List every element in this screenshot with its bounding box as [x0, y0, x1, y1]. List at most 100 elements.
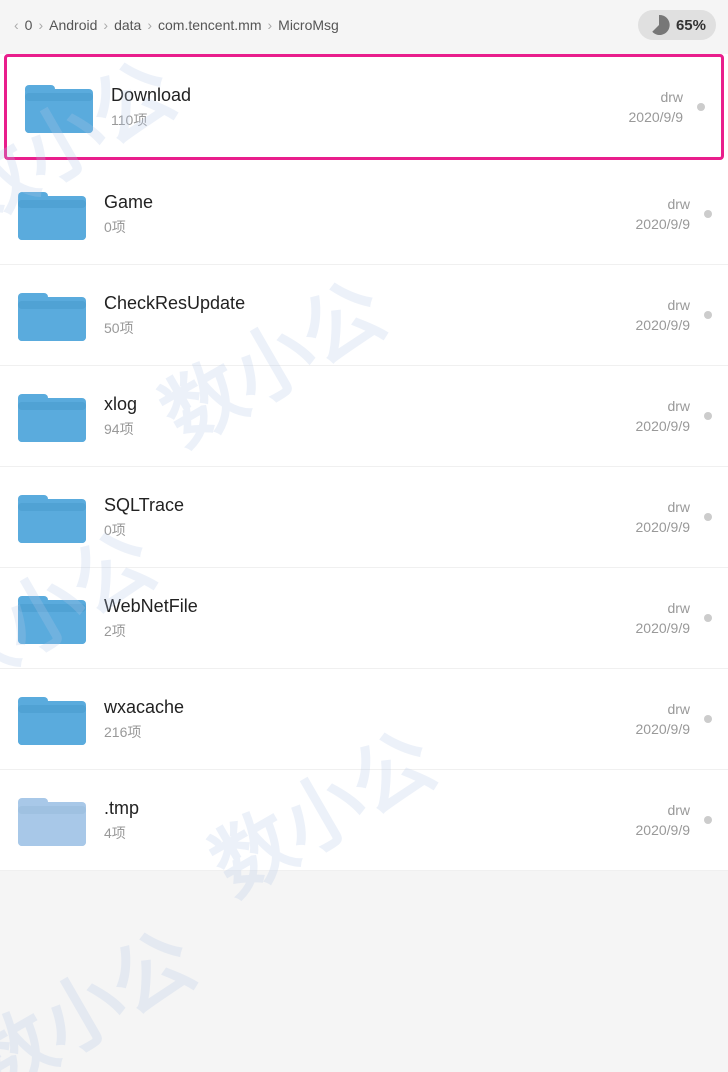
folder-date-7: 2020/9/9 — [636, 822, 691, 838]
breadcrumb-item-2[interactable]: data — [114, 17, 141, 33]
folder-icon-6 — [16, 683, 88, 755]
folder-right-7: drw 2020/9/9 — [570, 802, 712, 838]
folder-date-5: 2020/9/9 — [636, 620, 691, 636]
folder-item-7[interactable]: .tmp 4项 drw 2020/9/9 — [0, 770, 728, 871]
folder-svg-6 — [18, 691, 86, 747]
folder-icon-7 — [16, 784, 88, 856]
folder-name-6: wxacache — [104, 697, 570, 718]
folder-svg-3 — [18, 388, 86, 444]
folder-item-4[interactable]: SQLTrace 0项 drw 2020/9/9 — [0, 467, 728, 568]
folder-svg-4 — [18, 489, 86, 545]
folder-name-1: Game — [104, 192, 570, 213]
folder-icon-4 — [16, 481, 88, 553]
folder-right-0: drw 2020/9/9 — [563, 89, 705, 125]
folder-item-3[interactable]: xlog 94项 drw 2020/9/9 — [0, 366, 728, 467]
folder-count-4: 0项 — [104, 520, 570, 540]
folder-count-7: 4项 — [104, 823, 570, 843]
folder-meta-2: drw 2020/9/9 — [570, 297, 690, 333]
folder-meta-6: drw 2020/9/9 — [570, 701, 690, 737]
folder-item-1[interactable]: Game 0项 drw 2020/9/9 — [0, 164, 728, 265]
storage-badge: 65% — [638, 10, 716, 40]
folder-info-4: SQLTrace 0项 — [104, 495, 570, 540]
folder-icon-5 — [16, 582, 88, 654]
folder-icon-1 — [16, 178, 88, 250]
folder-type-7: drw — [667, 802, 690, 818]
folder-right-5: drw 2020/9/9 — [570, 600, 712, 636]
folder-item-6[interactable]: wxacache 216项 drw 2020/9/9 — [0, 669, 728, 770]
folder-icon-2 — [16, 279, 88, 351]
breadcrumb-sep-2: › — [147, 17, 152, 33]
folder-name-0: Download — [111, 85, 563, 106]
folder-date-1: 2020/9/9 — [636, 216, 691, 232]
folder-count-2: 50项 — [104, 318, 570, 338]
folder-list: Download 110项 drw 2020/9/9 Game — [0, 54, 728, 871]
folder-info-1: Game 0项 — [104, 192, 570, 237]
folder-date-0: 2020/9/9 — [629, 109, 684, 125]
storage-percent-label: 65% — [676, 17, 706, 34]
folder-meta-7: drw 2020/9/9 — [570, 802, 690, 838]
folder-icon-0 — [23, 71, 95, 143]
folder-meta-1: drw 2020/9/9 — [570, 196, 690, 232]
folder-dot-5 — [704, 614, 712, 622]
folder-meta-4: drw 2020/9/9 — [570, 499, 690, 535]
folder-count-0: 110项 — [111, 110, 563, 130]
breadcrumb-item-4[interactable]: MicroMsg — [278, 17, 339, 33]
folder-right-2: drw 2020/9/9 — [570, 297, 712, 333]
folder-item-2[interactable]: CheckResUpdate 50项 drw 2020/9/9 — [0, 265, 728, 366]
folder-meta-3: drw 2020/9/9 — [570, 398, 690, 434]
folder-count-5: 2项 — [104, 621, 570, 641]
folder-info-7: .tmp 4项 — [104, 798, 570, 843]
folder-svg-1 — [18, 186, 86, 242]
folder-item-0[interactable]: Download 110项 drw 2020/9/9 — [4, 54, 724, 160]
breadcrumb-sep-3: › — [267, 17, 272, 33]
folder-svg-2 — [18, 287, 86, 343]
breadcrumb-sep-0: › — [38, 17, 43, 33]
folder-count-6: 216项 — [104, 722, 570, 742]
folder-svg-0 — [25, 79, 93, 135]
breadcrumb-sep-1: › — [103, 17, 108, 33]
folder-dot-7 — [704, 816, 712, 824]
folder-type-5: drw — [667, 600, 690, 616]
folder-right-6: drw 2020/9/9 — [570, 701, 712, 737]
breadcrumb-item-1[interactable]: Android — [49, 17, 97, 33]
folder-name-3: xlog — [104, 394, 570, 415]
folder-svg-7 — [18, 792, 86, 848]
folder-dot-4 — [704, 513, 712, 521]
folder-info-0: Download 110项 — [111, 85, 563, 130]
folder-type-3: drw — [667, 398, 690, 414]
folder-type-4: drw — [667, 499, 690, 515]
folder-name-2: CheckResUpdate — [104, 293, 570, 314]
folder-date-2: 2020/9/9 — [636, 317, 691, 333]
folder-right-4: drw 2020/9/9 — [570, 499, 712, 535]
folder-type-1: drw — [667, 196, 690, 212]
breadcrumb-chevron-0: ‹ — [14, 17, 19, 33]
folder-dot-3 — [704, 412, 712, 420]
folder-count-3: 94项 — [104, 419, 570, 439]
folder-item-5[interactable]: WebNetFile 2项 drw 2020/9/9 — [0, 568, 728, 669]
folder-svg-5 — [18, 590, 86, 646]
folder-dot-2 — [704, 311, 712, 319]
folder-dot-1 — [704, 210, 712, 218]
breadcrumb-item-3[interactable]: com.tencent.mm — [158, 17, 261, 33]
folder-right-3: drw 2020/9/9 — [570, 398, 712, 434]
folder-dot-0 — [697, 103, 705, 111]
folder-info-5: WebNetFile 2项 — [104, 596, 570, 641]
folder-type-0: drw — [660, 89, 683, 105]
breadcrumb-item-0[interactable]: 0 — [25, 17, 33, 33]
folder-meta-0: drw 2020/9/9 — [563, 89, 683, 125]
folder-right-1: drw 2020/9/9 — [570, 196, 712, 232]
folder-type-6: drw — [667, 701, 690, 717]
folder-type-2: drw — [667, 297, 690, 313]
folder-date-3: 2020/9/9 — [636, 418, 691, 434]
folder-info-2: CheckResUpdate 50项 — [104, 293, 570, 338]
folder-meta-5: drw 2020/9/9 — [570, 600, 690, 636]
folder-info-6: wxacache 216项 — [104, 697, 570, 742]
folder-name-4: SQLTrace — [104, 495, 570, 516]
folder-dot-6 — [704, 715, 712, 723]
folder-name-7: .tmp — [104, 798, 570, 819]
pie-chart-icon — [648, 14, 670, 36]
folder-date-4: 2020/9/9 — [636, 519, 691, 535]
folder-name-5: WebNetFile — [104, 596, 570, 617]
breadcrumb: ‹ 0 › Android › data › com.tencent.mm › … — [0, 0, 728, 50]
folder-info-3: xlog 94项 — [104, 394, 570, 439]
